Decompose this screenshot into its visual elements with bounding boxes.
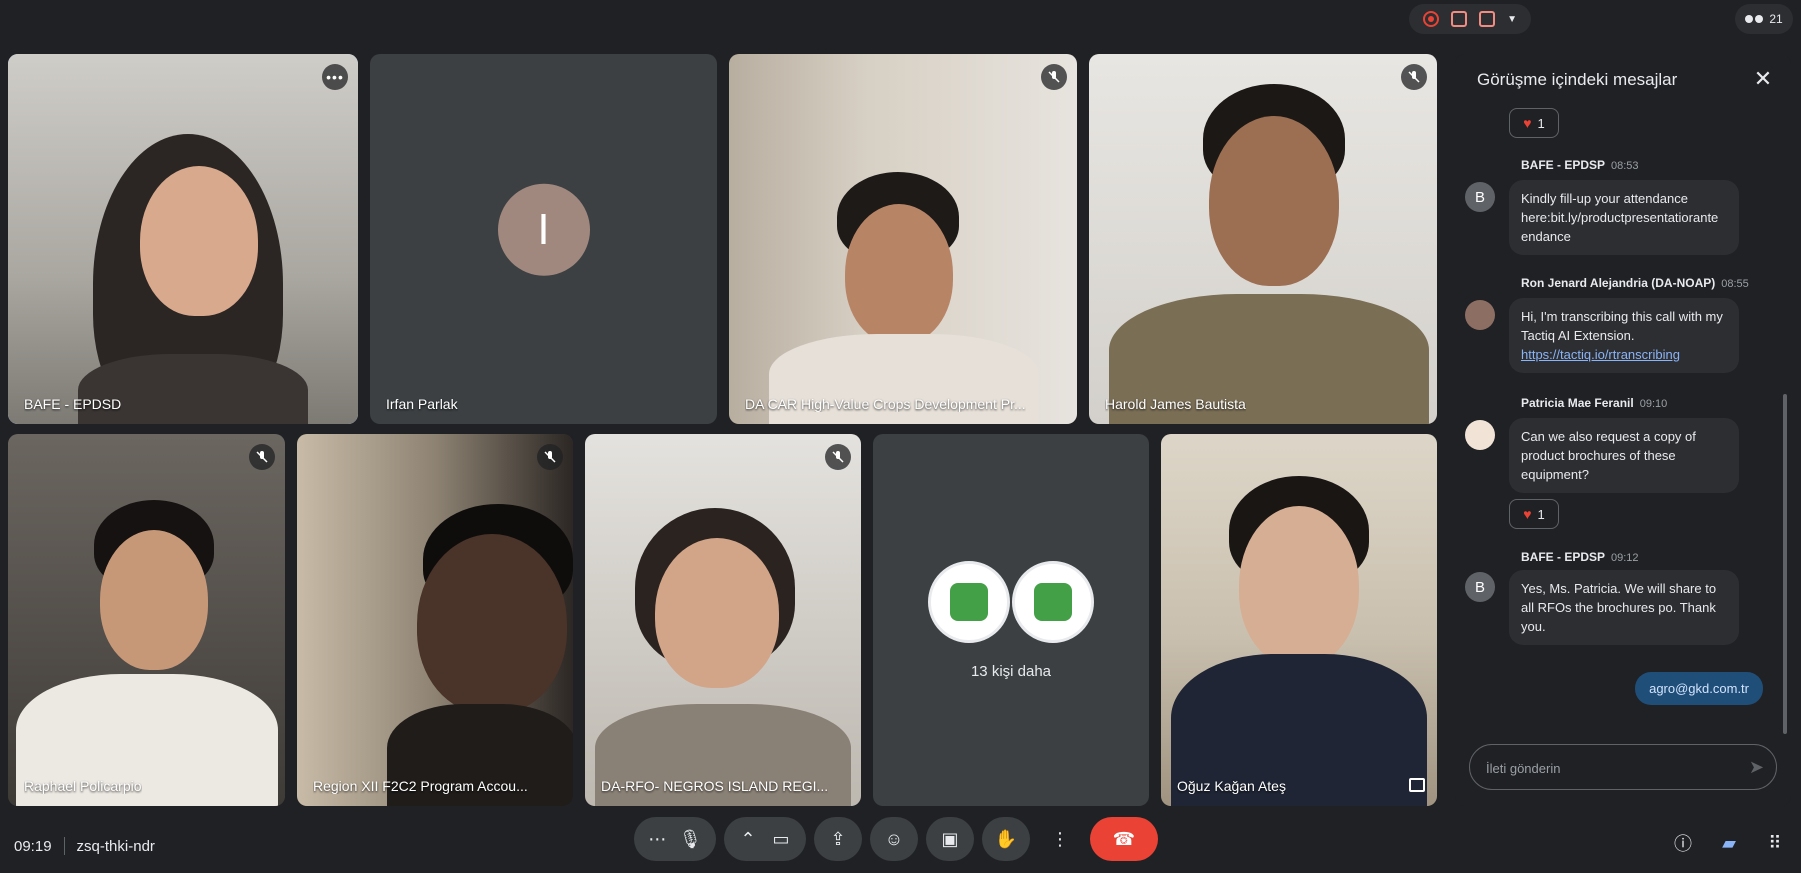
- message-link[interactable]: https://tactiq.io/rtranscribing: [1521, 347, 1680, 362]
- side-panel-controls: ⓘ ▰ ⠿: [1671, 831, 1787, 855]
- message-bubble: Kindly fill-up your attendance here:bit.…: [1509, 180, 1739, 255]
- chat-panel: Görüşme içindeki mesajlar ✕ ♥ 1 BAFE - E…: [1455, 54, 1791, 806]
- message-input-box[interactable]: ➤: [1469, 744, 1777, 790]
- reaction-chip[interactable]: ♥ 1: [1509, 499, 1559, 529]
- participant-name: DA-RFO- NEGROS ISLAND REGI...: [601, 778, 829, 794]
- captions-button[interactable]: ▣: [926, 817, 974, 861]
- avatar: [1465, 300, 1495, 330]
- present-screen-icon: ⇪: [830, 828, 846, 849]
- mic-off-icon: [537, 444, 563, 470]
- participant-tile[interactable]: I Irfan Parlak: [370, 54, 717, 424]
- people-icon: [1745, 15, 1764, 23]
- info-icon[interactable]: ⓘ: [1671, 831, 1695, 855]
- avatar: B: [1465, 572, 1495, 602]
- mic-off-icon: [1401, 64, 1427, 90]
- participant-tile[interactable]: ••• BAFE - EPDSD: [8, 54, 358, 424]
- participants-button[interactable]: 21: [1735, 4, 1793, 34]
- participant-name: BAFE - EPDSD: [24, 396, 122, 412]
- pin-icon[interactable]: [1409, 778, 1425, 792]
- meeting-info: 09:19 zsq-thki-ndr: [14, 837, 155, 855]
- more-vert-icon: ⋮: [1051, 828, 1069, 849]
- hang-up-icon: ☎: [1112, 828, 1136, 849]
- mic-off-icon: [249, 444, 275, 470]
- participant-name: Irfan Parlak: [386, 396, 458, 412]
- participant-name: Oğuz Kağan Ateş: [1177, 778, 1286, 794]
- message-sender: BAFE - EPDSP 08:53: [1521, 158, 1639, 172]
- message-sender: Patricia Mae Feranil 09:10: [1521, 396, 1668, 410]
- organization-logo: [928, 560, 1010, 643]
- notes-icon: [1451, 11, 1468, 27]
- participant-name: Raphael Policarpio: [24, 778, 142, 794]
- present-button[interactable]: ⇪: [814, 817, 862, 861]
- message-sender: Ron Jenard Alejandria (DA-NOAP) 08:55: [1521, 276, 1749, 290]
- participant-tile[interactable]: DA-RFO- NEGROS ISLAND REGI...: [585, 434, 861, 806]
- participant-name: Region XII F2C2 Program Accou...: [313, 778, 528, 794]
- heart-icon: ♥: [1523, 506, 1532, 522]
- raise-hand-button[interactable]: ✋: [982, 817, 1030, 861]
- participant-tile[interactable]: Raphael Policarpio: [8, 434, 285, 806]
- current-time: 09:19: [14, 837, 52, 855]
- message-bubble: Yes, Ms. Patricia. We will share to all …: [1509, 570, 1739, 645]
- participant-name: DA CAR High-Value Crops Development Pr..…: [745, 396, 1026, 412]
- chevron-down-icon[interactable]: ▼: [1507, 14, 1517, 25]
- own-message-bubble: agro@gkd.com.tr: [1635, 672, 1763, 705]
- more-options-button[interactable]: ⋮: [1038, 817, 1082, 861]
- avatar: [1465, 420, 1495, 450]
- reaction-chip[interactable]: ♥ 1: [1509, 108, 1559, 138]
- participant-tile[interactable]: Oğuz Kağan Ateş: [1161, 434, 1437, 806]
- apps-grid-icon[interactable]: ⠿: [1763, 831, 1787, 855]
- participant-tile[interactable]: DA CAR High-Value Crops Development Pr..…: [729, 54, 1077, 424]
- more-options-button[interactable]: •••: [322, 64, 348, 90]
- chevron-up-icon: ⌃: [740, 828, 756, 849]
- more-dots-icon: ⋯: [648, 828, 667, 849]
- camera-button[interactable]: ⌃ ▭: [724, 817, 806, 861]
- message-bubble: Hi, I'm transcribing this call with my T…: [1509, 298, 1739, 373]
- participant-tile[interactable]: Region XII F2C2 Program Accou...: [297, 434, 573, 806]
- leave-call-button[interactable]: ☎: [1090, 817, 1158, 861]
- avatar: I: [497, 183, 590, 276]
- participant-count: 21: [1769, 12, 1783, 26]
- captions-off-icon: [1479, 11, 1496, 27]
- chat-icon[interactable]: ▰: [1717, 831, 1741, 855]
- heart-icon: ♥: [1523, 115, 1532, 131]
- more-participants-tile[interactable]: 13 kişi daha: [873, 434, 1149, 806]
- message-bubble: Can we also request a copy of product br…: [1509, 418, 1739, 493]
- participant-name: Harold James Bautista: [1105, 396, 1246, 412]
- recording-icon: [1423, 11, 1440, 27]
- mic-icon: 🎙: [678, 828, 702, 849]
- hand-icon: ✋: [994, 828, 1018, 849]
- organization-logo: [1012, 560, 1094, 643]
- avatar: B: [1465, 182, 1495, 212]
- message-input[interactable]: [1486, 757, 1726, 779]
- emoji-button[interactable]: ☺: [870, 817, 918, 861]
- call-controls: ⋯ 🎙 ⌃ ▭ ⇪ ☺ ▣ ✋ ⋮ ☎: [634, 817, 1158, 861]
- chat-title: Görüşme içindeki mesajlar: [1477, 70, 1678, 89]
- video-camera-icon: ▭: [772, 828, 790, 849]
- chat-scrollbar[interactable]: [1783, 394, 1787, 734]
- captions-icon: ▣: [941, 828, 959, 849]
- close-icon[interactable]: ✕: [1751, 68, 1775, 92]
- emoji-icon: ☺: [884, 828, 904, 849]
- meeting-status-indicators: ▼: [1409, 4, 1531, 34]
- mic-button[interactable]: ⋯ 🎙: [634, 817, 716, 861]
- mic-off-icon: [1041, 64, 1067, 90]
- meeting-code: zsq-thki-ndr: [76, 837, 155, 855]
- send-icon[interactable]: ➤: [1749, 757, 1764, 778]
- more-participants-label: 13 kişi daha: [970, 662, 1052, 680]
- mic-off-icon: [825, 444, 851, 470]
- participant-tile[interactable]: Harold James Bautista: [1089, 54, 1437, 424]
- message-sender: BAFE - EPDSP 09:12: [1521, 550, 1639, 564]
